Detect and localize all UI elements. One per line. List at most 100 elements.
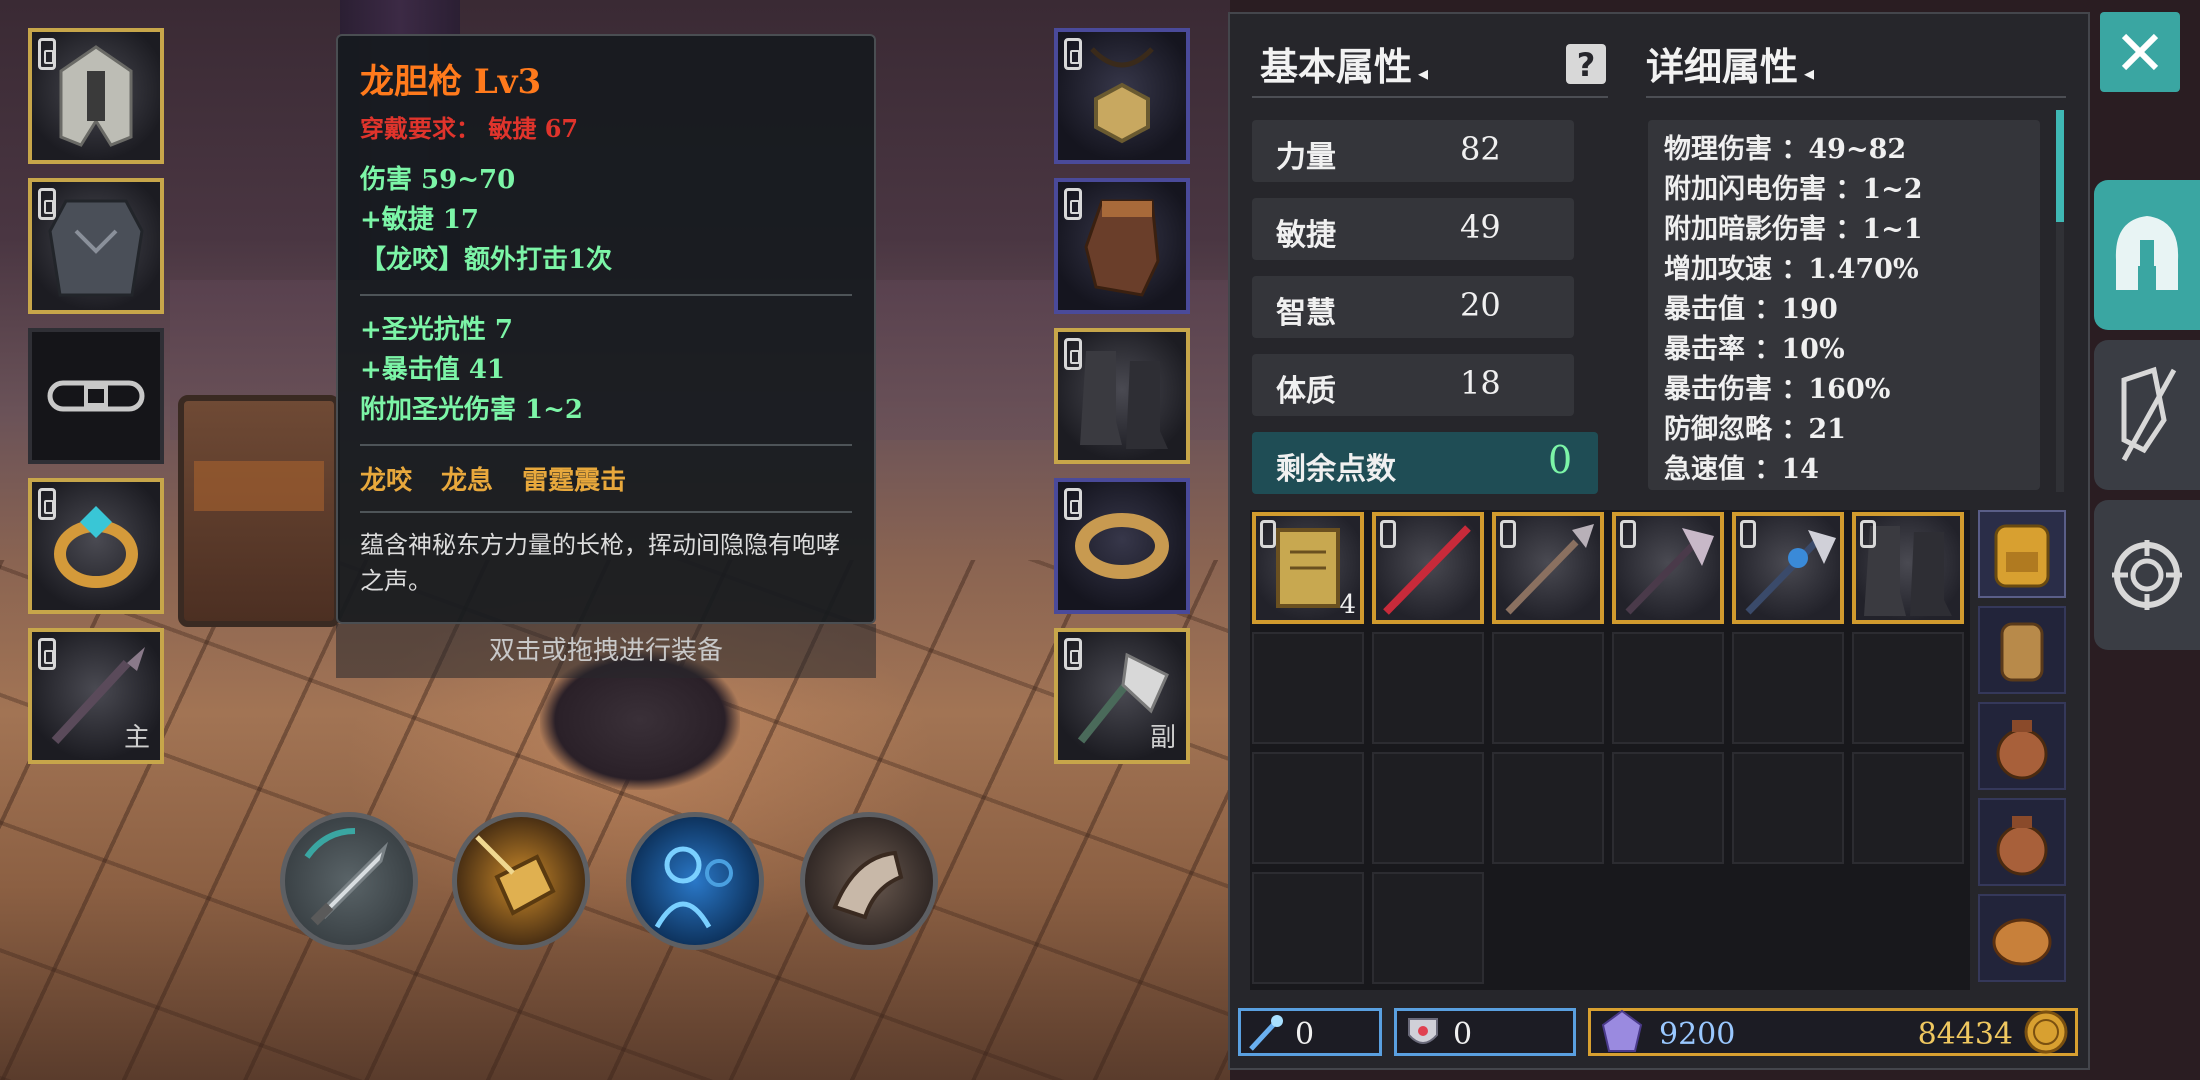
divider (1646, 96, 2066, 98)
lock-icon (1620, 520, 1636, 548)
stat-value: 18 (1460, 364, 1501, 402)
inventory-slot-empty[interactable] (1252, 872, 1364, 984)
skill-button-beast[interactable] (800, 812, 938, 950)
wand-count: 0 (1295, 1017, 1315, 1052)
bag-tab-pouch[interactable] (1978, 702, 2066, 790)
pouch-icon (1996, 720, 2048, 780)
beast-skill-icon (832, 850, 904, 920)
lock-icon (1860, 520, 1876, 548)
skill-button-sword[interactable] (280, 812, 418, 950)
inventory-slot-empty[interactable] (1372, 632, 1484, 744)
equip-slot-belt[interactable] (28, 328, 164, 464)
close-button[interactable] (2100, 12, 2180, 92)
inventory-slot-empty[interactable] (1492, 752, 1604, 864)
off-hand-tag: 副 (1149, 723, 1176, 753)
detail-line: 暴击率 ：10% (1664, 334, 1845, 365)
inventory-slot-halberd[interactable] (1612, 512, 1724, 624)
remaining-points-label: 剩余点数 (1276, 452, 1396, 487)
pouch-icon (1996, 816, 2048, 876)
inventory-slot-empty[interactable] (1612, 752, 1724, 864)
tab-equipment[interactable] (2094, 180, 2200, 330)
inventory-slot-empty[interactable] (1732, 632, 1844, 744)
bag-tab-backpack-yellow[interactable] (1978, 510, 2066, 598)
inventory-slot-empty[interactable] (1852, 632, 1964, 744)
chevron-left-icon: ◂ (1804, 61, 1815, 85)
divider (1252, 96, 1608, 98)
detail-line: 增加攻速 ：1.470% (1664, 254, 1919, 285)
item-description: 蕴含神秘东方力量的长枪，挥动间隐隐有咆哮之声。 (360, 531, 840, 595)
inventory-slot-scroll[interactable]: 4 (1252, 512, 1364, 624)
lock-icon (1260, 520, 1276, 548)
detail-line: 物理伤害 ：49~82 (1664, 134, 1907, 165)
equip-slot-bracelet[interactable] (1054, 478, 1190, 614)
skill-button-hammer[interactable] (452, 812, 590, 950)
hammer-skill-icon (475, 835, 556, 916)
equip-slot-ring[interactable] (28, 478, 164, 614)
inventory-slot-blue-glaive[interactable] (1732, 512, 1844, 624)
divider (360, 444, 852, 446)
main-hand-tag: 主 (123, 723, 150, 753)
crystal-icon (1601, 1009, 1643, 1052)
helmet-icon (2115, 216, 2179, 290)
help-icon[interactable]: ? (1566, 44, 1606, 84)
equip-slot-off-weapon[interactable]: 副 (1054, 628, 1190, 764)
inventory-slot-empty[interactable] (1252, 752, 1364, 864)
detail-attributes-list[interactable]: 物理伤害 ：49~82 附加闪电伤害 ：1~2 附加暗影伤害 ：1~1 增加攻速… (1648, 120, 2040, 490)
shield-icon (1408, 1018, 1438, 1044)
item-count: 4 (1339, 590, 1356, 620)
item-base-stat: 【龙咬】额外打击1次 (360, 245, 613, 275)
basic-attributes-title: 基本属性 (1260, 44, 1413, 89)
treasure-chest (178, 395, 340, 627)
detail-scrollbar-thumb[interactable] (2056, 110, 2064, 222)
equip-slot-gloves[interactable] (1054, 178, 1190, 314)
stat-name: 力量 (1276, 140, 1336, 175)
equip-slot-helmet[interactable] (28, 28, 164, 164)
detail-line: 急速值 ：14 (1664, 454, 1819, 485)
stat-name: 敏捷 (1276, 218, 1336, 253)
backpack-icon (1994, 524, 2050, 588)
item-extra-stat: +圣光抗性 7 (360, 315, 513, 345)
helmet-icon (59, 45, 133, 147)
stat-row-strength: 力量 82 (1252, 120, 1574, 182)
shadow-clone-skill-icon (654, 846, 733, 929)
sword-skill-icon (304, 828, 389, 926)
stat-row-agility: 敏捷 49 (1252, 198, 1574, 260)
gold-count: 84434 (1917, 1017, 2013, 1052)
equip-slot-boots[interactable] (1054, 328, 1190, 464)
open-pouch-icon (1992, 918, 2052, 966)
inventory-slot-empty[interactable] (1852, 752, 1964, 864)
item-requirement: 穿戴要求： 敏捷 67 (360, 114, 579, 143)
tab-settings[interactable] (2094, 500, 2200, 650)
inventory-slot-red-spear[interactable] (1372, 512, 1484, 624)
inventory-slot-boots[interactable] (1852, 512, 1964, 624)
tab-skills[interactable] (2094, 340, 2200, 490)
skill-button-shadow-clone[interactable] (626, 812, 764, 950)
inventory-slot-spear[interactable] (1492, 512, 1604, 624)
inventory-slot-empty[interactable] (1732, 752, 1844, 864)
item-tooltip: 龙胆枪 Lv3 穿戴要求： 敏捷 67 伤害 59~70 +敏捷 17 【龙咬】… (336, 34, 876, 624)
equip-slot-amulet[interactable] (1054, 28, 1190, 164)
currency-crystal-gold: 9200 84434 (1588, 1008, 2078, 1056)
amulet-icon (1090, 47, 1154, 144)
equip-slot-chest-armor[interactable] (28, 178, 164, 314)
stat-value: 82 (1460, 130, 1501, 168)
bag-tab-pouch-2[interactable] (1978, 798, 2066, 886)
stat-name: 体质 (1276, 374, 1336, 409)
detail-line: 暴击值 ：190 (1664, 294, 1838, 325)
inventory-slot-empty[interactable] (1372, 752, 1484, 864)
boots-icon (1080, 351, 1168, 449)
bag-tab-backpack-small[interactable] (1978, 606, 2066, 694)
lock-icon (1740, 520, 1756, 548)
bag-tab-pouch-open[interactable] (1978, 894, 2066, 982)
inventory-slot-empty[interactable] (1492, 632, 1604, 744)
equip-slot-main-weapon[interactable]: 主 (28, 628, 164, 764)
basic-attributes-header[interactable]: 基本属性 ◂ (1260, 36, 1428, 91)
inventory-slot-empty[interactable] (1612, 632, 1724, 744)
inventory-slot-empty[interactable] (1252, 632, 1364, 744)
crystal-count: 9200 (1659, 1017, 1736, 1052)
stat-value: 49 (1460, 208, 1501, 246)
detail-attributes-header[interactable]: 详细属性 ◂ (1646, 36, 1814, 91)
stat-row-constitution: 体质 18 (1252, 354, 1574, 416)
inventory-slot-empty[interactable] (1372, 872, 1484, 984)
currency-wand: 0 (1238, 1008, 1382, 1056)
